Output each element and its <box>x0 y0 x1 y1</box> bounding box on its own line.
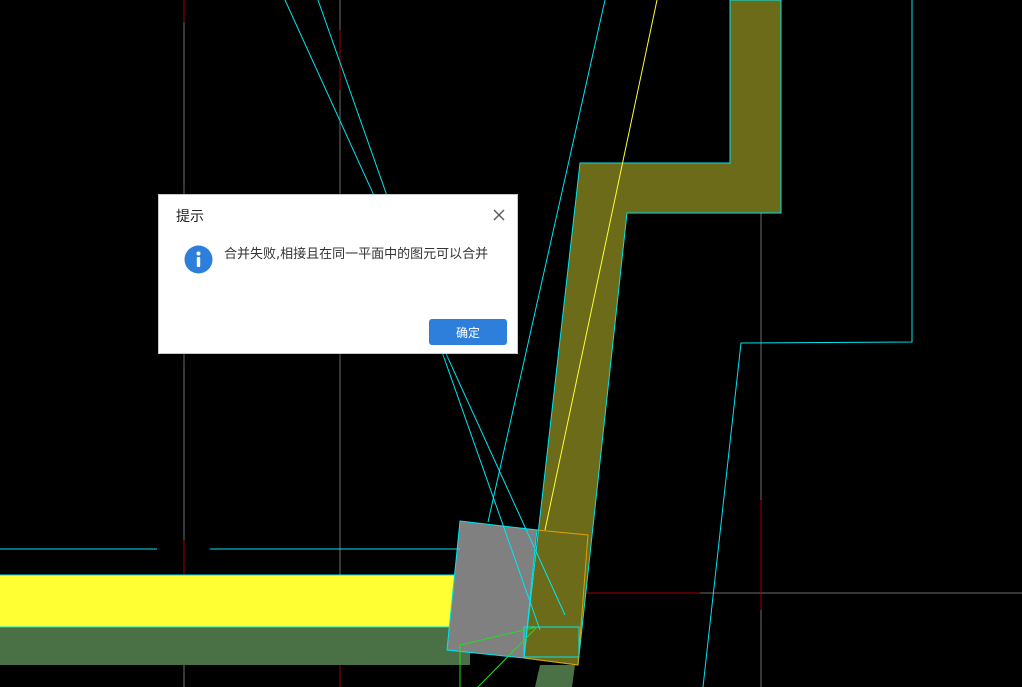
green-wall <box>0 627 470 665</box>
olive-wall <box>523 0 782 666</box>
info-icon <box>184 245 213 274</box>
message-dialog: 提示 合并失败,相接且在同一平面中的图元可以合并 确定 <box>158 194 518 354</box>
close-icon[interactable] <box>489 205 509 225</box>
cad-viewport[interactable]: 提示 合并失败,相接且在同一平面中的图元可以合并 确定 <box>0 0 1022 687</box>
dialog-title: 提示 <box>176 209 204 225</box>
yellow-beam <box>0 575 458 627</box>
ok-button[interactable]: 确定 <box>429 319 507 345</box>
dialog-message: 合并失败,相接且在同一平面中的图元可以合并 <box>224 247 489 262</box>
olive-wall-lower <box>535 665 575 687</box>
